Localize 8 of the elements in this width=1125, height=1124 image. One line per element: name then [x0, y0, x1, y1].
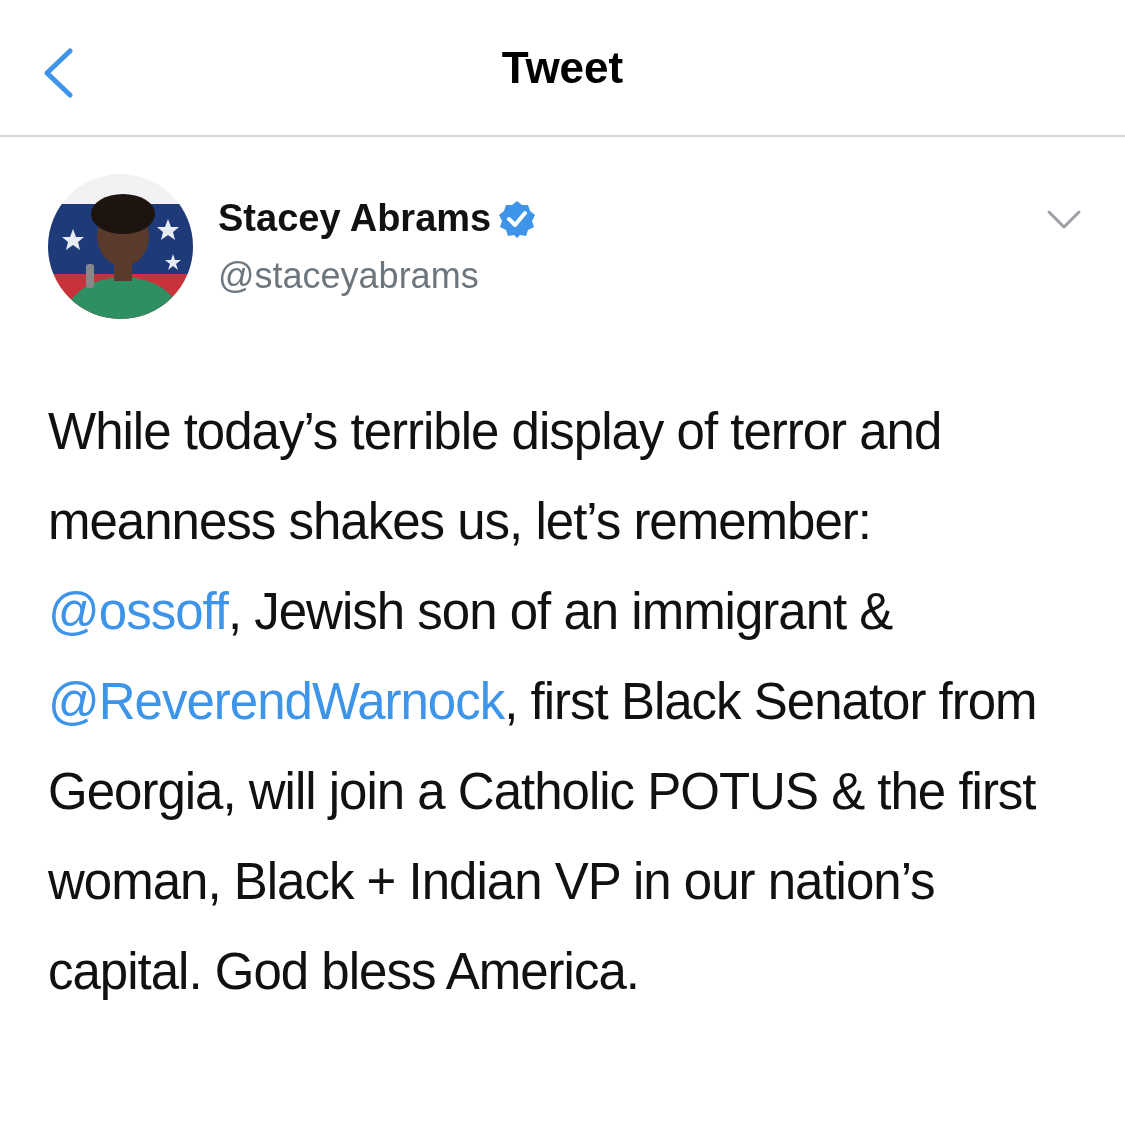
- mention-link[interactable]: @ossoff: [48, 583, 228, 640]
- page-title: Tweet: [501, 41, 624, 94]
- mention-link[interactable]: @ReverendWarnock: [48, 673, 505, 730]
- author-handle: @staceyabrams: [218, 254, 480, 298]
- author-name: Stacey Abrams: [218, 196, 492, 241]
- chevron-down-icon[interactable]: [1046, 209, 1082, 231]
- back-icon[interactable]: [42, 48, 74, 98]
- tweet-text: While today’s terrible display of terror and meanness shakes us, let’s remember: @ossoff, Jewish son of an immigrant & @ReverendWarnock, first Black Senator from Georgia, will join a Catholic POTUS & the first woman, Black + Indian VP in our nation’s capital. God bless America.: [48, 402, 1038, 1002]
